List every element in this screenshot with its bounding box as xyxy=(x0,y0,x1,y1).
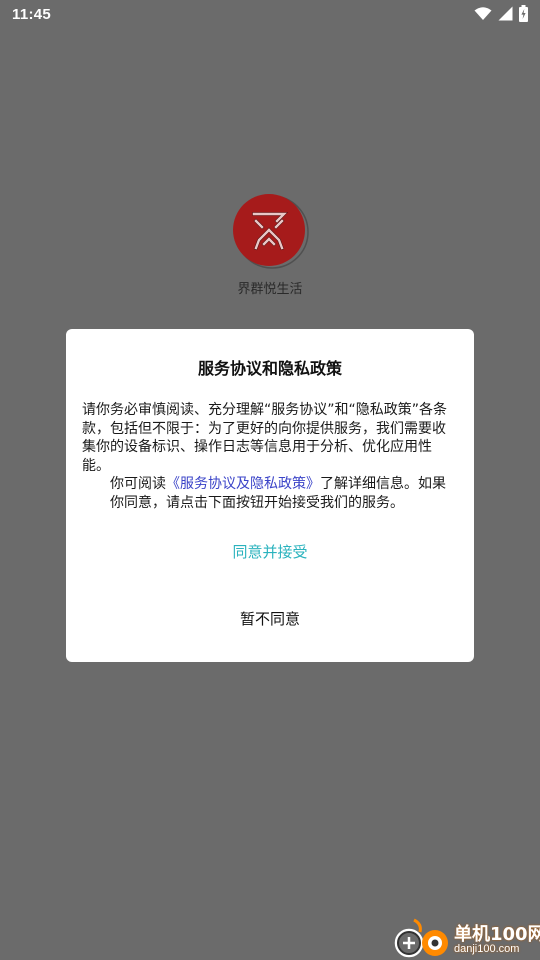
policy-link[interactable]: 《服务协议及隐私政策》 xyxy=(166,476,320,492)
privacy-dialog: 服务协议和隐私政策 请你务必审慎阅读、充分理解“服务协议”和“隐私政策”各条款，… xyxy=(66,329,474,662)
paragraph-2-intro: 你可阅读 xyxy=(110,476,166,492)
watermark-text-en: danji100.com xyxy=(454,943,520,955)
watermark: 单机100网 danji100.com xyxy=(392,912,540,960)
dialog-paragraph-2: 你可阅读《服务协议及隐私政策》了解详细信息。如果你同意，请点击下面按钮开始接受我… xyxy=(82,475,458,512)
agree-button[interactable]: 同意并接受 xyxy=(66,534,474,570)
status-time: 11:45 xyxy=(12,6,52,23)
dialog-title: 服务协议和隐私政策 xyxy=(197,359,342,378)
signal-icon xyxy=(498,6,513,25)
status-icons xyxy=(474,4,528,26)
dialog-body: 请你务必审慎阅读、充分理解“服务协议”和“隐私政策”各条款，包括但不限于：为了更… xyxy=(82,401,458,512)
app-name: 界群悦生活 xyxy=(237,282,303,297)
dialog-paragraph-1: 请你务必审慎阅读、充分理解“服务协议”和“隐私政策”各条款，包括但不限于：为了更… xyxy=(82,402,448,474)
wifi-icon xyxy=(474,6,492,25)
battery-charging-icon xyxy=(519,4,528,26)
app-screen: 11:45 界群悦生活 服务协议和隐私政策 请你务必审慎阅读、充分理解“服务协议… xyxy=(0,0,540,960)
watermark-logo-icon xyxy=(392,918,452,958)
disagree-button[interactable]: 暂不同意 xyxy=(66,601,474,637)
status-bar: 11:45 xyxy=(0,0,540,30)
app-logo xyxy=(232,193,310,271)
